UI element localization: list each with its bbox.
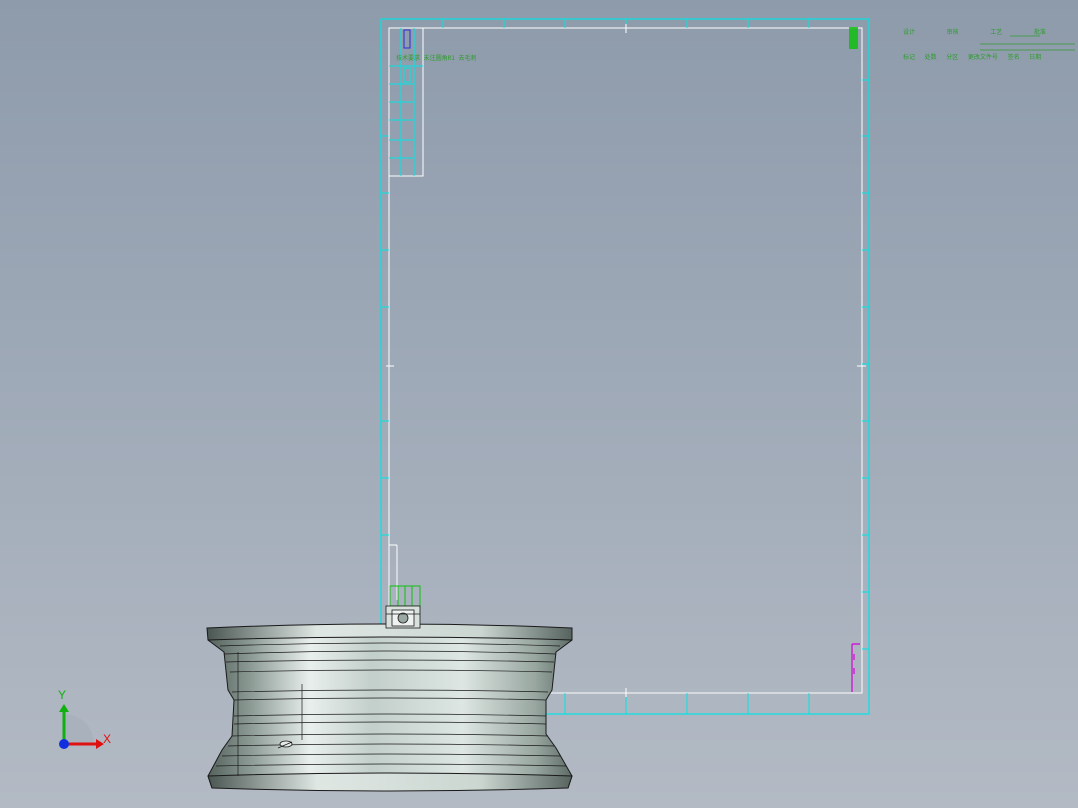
- title-block-lines: [980, 35, 1075, 51]
- x-axis-label: X: [103, 732, 112, 746]
- zone-ticks-bottom: [564, 693, 810, 714]
- magenta-corner-mark: [851, 643, 860, 692]
- left-lower-strip: [389, 544, 421, 607]
- right-green-marker: [849, 27, 858, 49]
- y-axis-label: Y: [58, 688, 67, 702]
- triad-plane-hint: [64, 714, 94, 744]
- technical-note: 技术要求 未注圆角R1 去毛刺: [396, 55, 477, 62]
- zone-ticks-left: [381, 135, 389, 536]
- hub-component: [385, 605, 421, 629]
- rim-bottom-flange: [207, 772, 573, 792]
- left-title-strip: [388, 27, 424, 177]
- sheet-inner-frame: [388, 27, 863, 694]
- centering-marks: [386, 24, 866, 697]
- wheel-rim-model[interactable]: [200, 600, 580, 800]
- zone-ticks-right: [862, 79, 869, 650]
- z-axis-dot: [59, 739, 69, 749]
- graphics-viewport[interactable]: 设计 审核 工艺 批准 标记 处数 分区 更改文件号 签名 日期 技术要求 未注…: [0, 0, 1078, 808]
- y-arrow-head: [59, 704, 69, 712]
